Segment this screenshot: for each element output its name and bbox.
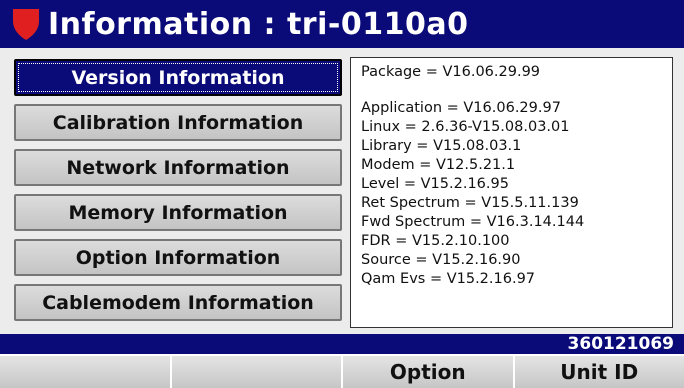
page-title: Information : tri-0110a0 <box>48 6 469 42</box>
version-line: Ret Spectrum = V15.5.11.139 <box>361 195 579 211</box>
version-information-button[interactable]: Version Information <box>14 59 342 96</box>
status-bar: 360121069 <box>0 334 684 354</box>
softkey-bar: Option Unit ID <box>0 356 684 388</box>
version-line: Modem = V12.5.21.1 <box>361 157 516 173</box>
version-line: Library = V15.08.03.1 <box>361 138 522 154</box>
calibration-information-button[interactable]: Calibration Information <box>14 104 342 141</box>
unit-id-softkey[interactable]: Unit ID <box>514 356 684 388</box>
title-bar: Information : tri-0110a0 <box>0 0 684 48</box>
version-info-panel: Package = V16.06.29.99 Application = V16… <box>350 57 673 328</box>
version-line: Source = V15.2.16.90 <box>361 252 521 268</box>
main-area: Version Information Calibration Informat… <box>0 48 684 334</box>
version-line: Linux = 2.6.36-V15.08.03.01 <box>361 119 570 135</box>
softkey-1[interactable] <box>0 356 170 388</box>
package-version: Package = V16.06.29.99 <box>361 64 541 80</box>
option-softkey[interactable]: Option <box>343 356 513 388</box>
softkey-2[interactable] <box>171 356 341 388</box>
network-information-button[interactable]: Network Information <box>14 149 342 186</box>
shield-icon <box>8 2 44 46</box>
option-information-button[interactable]: Option Information <box>14 239 342 276</box>
version-line: Fwd Spectrum = V16.3.14.144 <box>361 214 585 230</box>
info-menu: Version Information Calibration Informat… <box>14 59 342 329</box>
serial-number: 360121069 <box>567 334 674 354</box>
version-line: FDR = V15.2.10.100 <box>361 233 510 249</box>
memory-information-button[interactable]: Memory Information <box>14 194 342 231</box>
cablemodem-information-button[interactable]: Cablemodem Information <box>14 284 342 321</box>
version-line: Qam Evs = V15.2.16.97 <box>361 271 536 287</box>
version-line: Application = V16.06.29.97 <box>361 100 561 116</box>
version-line: Level = V15.2.16.95 <box>361 176 509 192</box>
